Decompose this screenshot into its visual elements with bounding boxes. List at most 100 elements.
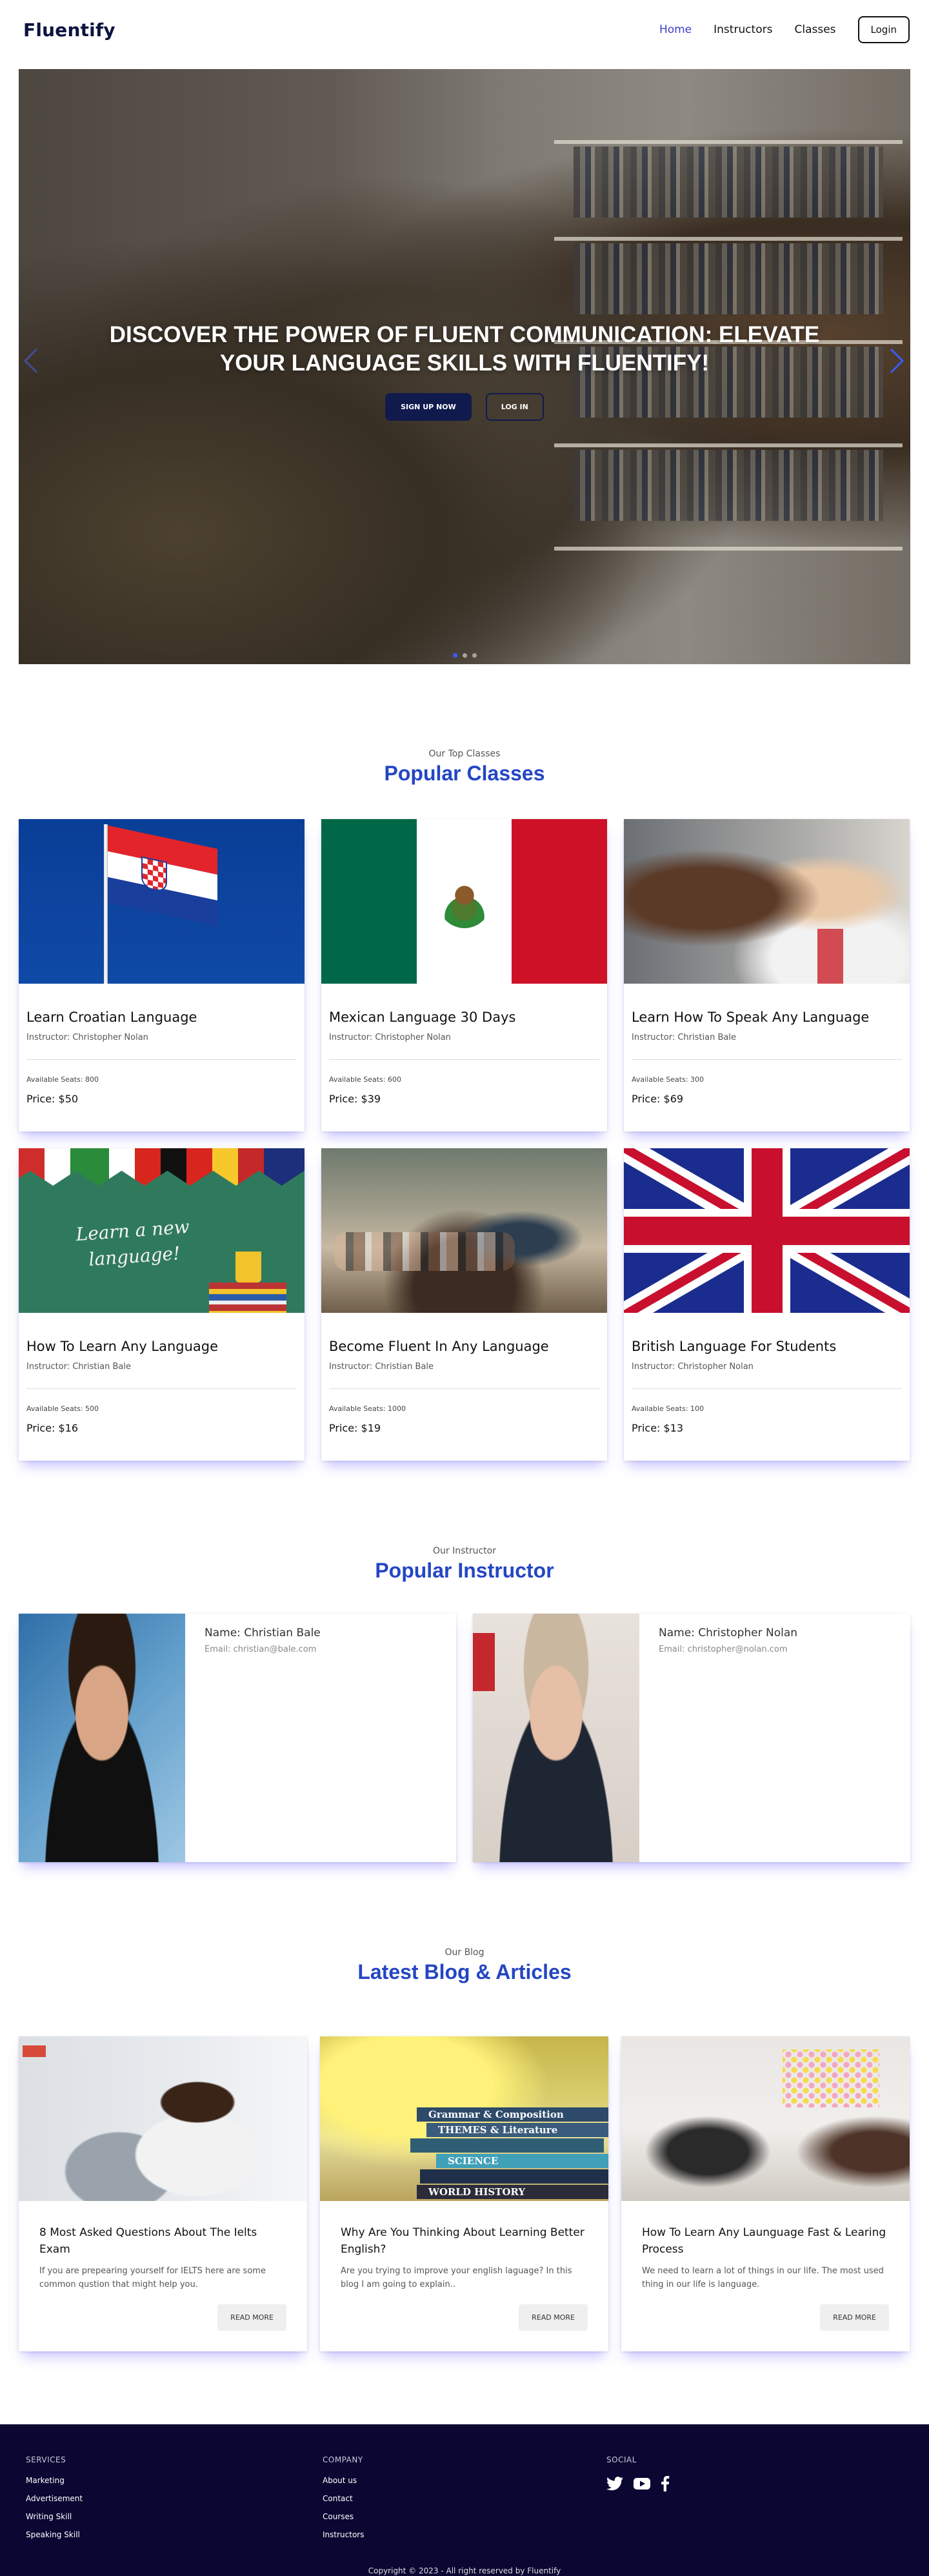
footer-link-marketing[interactable]: Marketing bbox=[26, 2476, 83, 2485]
instructor-card[interactable]: Name: Christian Bale Email: christian@ba… bbox=[19, 1614, 456, 1862]
blog-card[interactable]: Grammar & Composition THEMES & Literatur… bbox=[320, 2036, 608, 2351]
footer-social: SOCIAL bbox=[606, 2455, 670, 2494]
class-instructor: Instructor: Christian Bale bbox=[632, 1033, 736, 1042]
blog-post-title[interactable]: Why Are You Thinking About Learning Bett… bbox=[341, 2224, 588, 2258]
classes-subtitle: Our Top Classes bbox=[428, 749, 501, 759]
footer-company: COMPANY About us Contact Courses Instruc… bbox=[323, 2455, 364, 2548]
book-spine-decoration bbox=[420, 2169, 608, 2184]
class-title: Mexican Language 30 Days bbox=[329, 1009, 516, 1025]
office-meeting-image bbox=[621, 2036, 910, 2201]
class-price: Price: $50 bbox=[26, 1093, 79, 1105]
top-nav: Fluentify Home Instructors Classes Login bbox=[0, 0, 929, 59]
footer-link-courses[interactable]: Courses bbox=[323, 2512, 364, 2521]
instructor-email: Email: christian@bale.com bbox=[205, 1645, 317, 1654]
divider bbox=[26, 1388, 297, 1389]
hero-carousel: DISCOVER THE POWER OF FLUENT COMMUNICATI… bbox=[19, 69, 910, 664]
instructor-email: Email: christopher@nolan.com bbox=[659, 1645, 788, 1654]
twitter-icon[interactable] bbox=[606, 2477, 623, 2493]
nav-link-home[interactable]: Home bbox=[659, 23, 692, 36]
blog-post-title[interactable]: How To Learn Any Launguage Fast & Learin… bbox=[642, 2224, 889, 2258]
shelf-decoration bbox=[554, 547, 903, 551]
footer-heading: COMPANY bbox=[323, 2455, 363, 2464]
class-seats: Available Seats: 500 bbox=[26, 1405, 99, 1413]
instructor-name: Name: Christian Bale bbox=[205, 1627, 321, 1639]
carousel-dot[interactable] bbox=[452, 653, 457, 658]
shelf-decoration bbox=[554, 140, 903, 144]
footer-link-about[interactable]: About us bbox=[323, 2476, 364, 2485]
class-title: How To Learn Any Language bbox=[26, 1339, 219, 1354]
chalkboard-image: Learn a new language! bbox=[19, 1148, 305, 1313]
hero-actions: SIGN UP NOW LOG IN bbox=[19, 393, 910, 421]
facebook-icon[interactable] bbox=[661, 2476, 670, 2494]
class-card[interactable]: British Language For Students Instructor… bbox=[624, 1148, 910, 1461]
divider bbox=[329, 1059, 599, 1060]
footer-services: SERVICES Marketing Advertisement Writing… bbox=[26, 2455, 83, 2548]
footer-link-instructors[interactable]: Instructors bbox=[323, 2530, 364, 2539]
footer-link-advertisement[interactable]: Advertisement bbox=[26, 2494, 83, 2503]
class-card[interactable]: Learn Croatian Language Instructor: Chri… bbox=[19, 819, 305, 1131]
book-spine-text: SCIENCE bbox=[436, 2154, 608, 2168]
read-more-button[interactable]: READ MORE bbox=[820, 2304, 889, 2331]
classroom-image bbox=[321, 1148, 607, 1313]
class-card[interactable]: Learn How To Speak Any Language Instruct… bbox=[624, 819, 910, 1131]
uk-flag-image bbox=[624, 1148, 910, 1313]
blog-card[interactable]: How To Learn Any Launguage Fast & Learin… bbox=[621, 2036, 910, 2351]
read-more-button[interactable]: READ MORE bbox=[217, 2304, 286, 2331]
class-card[interactable]: Mexican Language 30 Days Instructor: Chr… bbox=[321, 819, 607, 1131]
youtube-icon[interactable] bbox=[634, 2477, 650, 2493]
brand-logo[interactable]: Fluentify bbox=[23, 19, 115, 41]
class-seats: Available Seats: 1000 bbox=[329, 1405, 406, 1413]
chevron-right-icon[interactable] bbox=[888, 347, 905, 380]
hero-login-button[interactable]: LOG IN bbox=[485, 393, 544, 421]
class-seats: Available Seats: 100 bbox=[632, 1405, 704, 1413]
class-instructor: Instructor: Christian Bale bbox=[329, 1362, 434, 1372]
class-seats: Available Seats: 600 bbox=[329, 1075, 402, 1084]
login-button[interactable]: Login bbox=[857, 16, 910, 43]
read-more-button[interactable]: READ MORE bbox=[519, 2304, 588, 2331]
nav-link-classes[interactable]: Classes bbox=[794, 23, 835, 36]
class-title: Learn Croatian Language bbox=[26, 1009, 197, 1025]
class-price: Price: $69 bbox=[632, 1093, 684, 1105]
mexico-flag-image bbox=[321, 819, 607, 984]
blog-title: Latest Blog & Articles bbox=[357, 1960, 572, 1983]
footer-link-writing-skill[interactable]: Writing Skill bbox=[26, 2512, 83, 2521]
blog-post-title[interactable]: 8 Most Asked Questions About The Ielts E… bbox=[39, 2224, 286, 2258]
footer-link-speaking-skill[interactable]: Speaking Skill bbox=[26, 2530, 83, 2539]
book-stack-image: Grammar & Composition THEMES & Literatur… bbox=[320, 2036, 608, 2201]
book-spine-text: WORLD HISTORY bbox=[417, 2185, 608, 2199]
chevron-left-icon[interactable] bbox=[23, 347, 39, 380]
kids-whispering-image bbox=[624, 819, 910, 984]
instructors-title: Popular Instructor bbox=[375, 1559, 554, 1582]
instructor-avatar bbox=[473, 1614, 639, 1862]
croatia-flag-image bbox=[19, 819, 305, 984]
book-spine-decoration bbox=[410, 2138, 604, 2153]
class-title: British Language For Students bbox=[632, 1339, 837, 1354]
class-instructor: Instructor: Christian Bale bbox=[26, 1362, 131, 1372]
class-instructor: Instructor: Christopher Nolan bbox=[632, 1362, 754, 1372]
instructors-subtitle: Our Instructor bbox=[432, 1546, 497, 1556]
footer: SERVICES Marketing Advertisement Writing… bbox=[0, 2424, 929, 2576]
blog-post-excerpt: Are you trying to improve your english l… bbox=[341, 2266, 572, 2289]
bookshelf-decoration bbox=[574, 147, 883, 218]
nav-link-instructors[interactable]: Instructors bbox=[714, 23, 772, 36]
class-title: Learn How To Speak Any Language bbox=[632, 1009, 870, 1025]
signup-button[interactable]: SIGN UP NOW bbox=[385, 393, 472, 421]
class-price: Price: $16 bbox=[26, 1422, 79, 1434]
nav-links: Home Instructors Classes Login bbox=[659, 16, 910, 43]
hero-title: DISCOVER THE POWER OF FLUENT COMMUNICATI… bbox=[109, 322, 820, 376]
instructor-name: Name: Christopher Nolan bbox=[659, 1627, 798, 1639]
class-price: Price: $13 bbox=[632, 1422, 684, 1434]
instructor-card[interactable]: Name: Christopher Nolan Email: christoph… bbox=[473, 1614, 910, 1862]
book-spine-text: Grammar & Composition bbox=[417, 2107, 608, 2122]
student-laptop-image bbox=[19, 2036, 307, 2201]
class-price: Price: $19 bbox=[329, 1422, 381, 1434]
carousel-dot[interactable] bbox=[462, 653, 467, 658]
carousel-dot[interactable] bbox=[472, 653, 477, 658]
class-card[interactable]: Learn a new language! How To Learn Any La… bbox=[19, 1148, 305, 1461]
carousel-dots bbox=[19, 653, 910, 658]
footer-link-contact[interactable]: Contact bbox=[323, 2494, 364, 2503]
divider bbox=[26, 1059, 297, 1060]
class-card[interactable]: Become Fluent In Any Language Instructor… bbox=[321, 1148, 607, 1461]
blog-card[interactable]: 8 Most Asked Questions About The Ielts E… bbox=[19, 2036, 307, 2351]
classes-title: Popular Classes bbox=[384, 762, 545, 785]
